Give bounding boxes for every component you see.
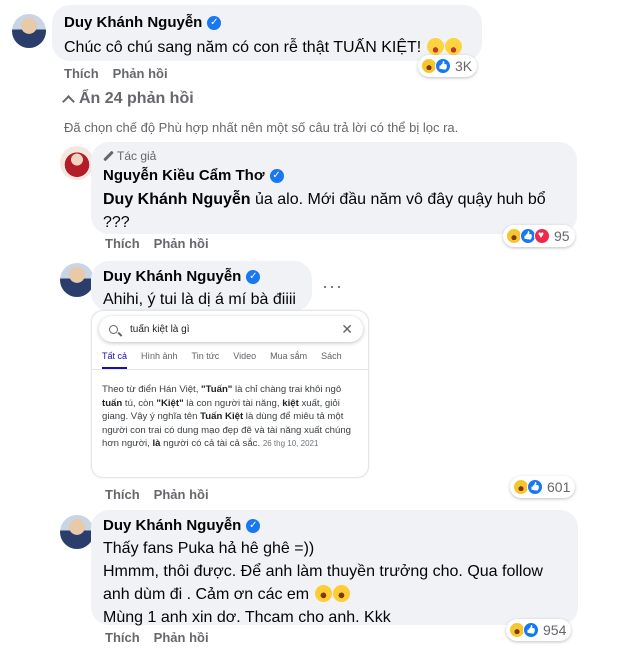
like-reaction-icon: [527, 479, 543, 495]
filter-note: Đã chọn chế độ Phù hợp nhất nên một số c…: [64, 120, 459, 135]
like-button[interactable]: Thích: [105, 630, 140, 645]
like-reaction-icon: [523, 622, 539, 638]
image-tab: Mua sắm: [270, 351, 308, 361]
reply-text-content: ủa alo. Mới đầu năm vô đây quậy huh bổ: [250, 191, 546, 208]
image-tab: Video: [233, 351, 257, 361]
comment-bubble: Duy Khánh Nguyễn ✓ Chúc cô chú sang năm …: [52, 5, 482, 61]
image-text: tú, còn: [122, 397, 157, 409]
smile-emoji-icon: [426, 38, 444, 55]
reply-author[interactable]: Duy Khánh Nguyễn ✓: [103, 267, 300, 287]
close-icon: ✕: [341, 321, 353, 337]
verified-badge-icon: ✓: [269, 169, 284, 183]
reply-text: Ahihi, ý tui là dị á mí bà điiii: [103, 291, 296, 308]
reply-actions: Thích Phản hồi: [105, 236, 209, 251]
reply-text-line2: ???: [103, 214, 130, 231]
rofl-emoji-icon: [311, 582, 335, 605]
image-text-bold: tuấn: [102, 397, 123, 409]
reply-text-line: anh dùm đi . Cảm ơn các em: [103, 582, 566, 606]
reply-author[interactable]: Duy Khánh Nguyễn ✓: [103, 516, 566, 536]
reaction-summary[interactable]: 3K: [418, 55, 478, 77]
comment-author[interactable]: Duy Khánh Nguyễn ✓: [64, 13, 470, 33]
image-text: là con người tài năng,: [183, 397, 283, 409]
reply-text-content: anh dùm đi . Cảm ơn các em: [103, 586, 310, 603]
reply-actions: Thích Phản hồi: [105, 630, 209, 645]
reply-text: Duy Khánh Nguyễn ủa alo. Mới đầu năm vô …: [103, 188, 565, 234]
avatar[interactable]: [12, 14, 46, 48]
reaction-summary[interactable]: 954: [506, 619, 572, 641]
mention-link[interactable]: Duy Khánh Nguyễn: [103, 191, 251, 208]
reply-button[interactable]: Phản hồi: [154, 487, 209, 502]
reaction-count: 3K: [455, 58, 473, 74]
comment-actions: Thích Phản hồi: [64, 66, 168, 81]
comment-text: Chúc cô chú sang năm có con rễ thật TUẤN…: [64, 36, 470, 59]
reply-author[interactable]: Nguyễn Kiều Cẩm Thơ ✓: [103, 166, 565, 186]
reply-text-line: Mùng 1 anh xin dơ. Thcam cho anh. Kkk: [103, 609, 391, 626]
author-name[interactable]: Duy Khánh Nguyễn: [103, 267, 241, 287]
reaction-summary[interactable]: 95: [503, 225, 575, 247]
image-text-bold: "Kiệt": [156, 397, 184, 409]
verified-badge-icon: ✓: [246, 270, 261, 284]
verified-badge-icon: ✓: [246, 519, 261, 533]
hide-replies-label: Ẩn 24 phản hồi: [79, 90, 194, 107]
attached-image[interactable]: tuấn kiệt là gì ✕ Tất cả Hình ảnh Tin tứ…: [91, 310, 369, 478]
like-button[interactable]: Thích: [64, 66, 99, 81]
rofl-emoji-icon: [329, 582, 353, 605]
image-definition-text: Theo từ điển Hán Việt, "Tuấn" là chỉ chà…: [102, 383, 357, 451]
avatar[interactable]: [60, 146, 94, 180]
chevron-up-icon: [62, 94, 75, 108]
reaction-count: 95: [554, 228, 570, 244]
search-icon: [109, 324, 118, 334]
like-button[interactable]: Thích: [105, 236, 140, 251]
verified-badge-icon: ✓: [207, 16, 222, 30]
image-date: 26 thg 10, 2021: [262, 439, 319, 449]
image-text: người có cả tài cả sắc.: [160, 438, 263, 450]
reply-button[interactable]: Phản hồi: [154, 630, 209, 645]
author-tag-label: Tác giả: [117, 149, 157, 163]
avatar[interactable]: [60, 515, 94, 549]
reply-actions: Thích Phản hồi: [105, 487, 209, 502]
reply-text: Thấy fans Puka hả hê ghê =)) Hmmm, thôi …: [103, 537, 566, 629]
reply-text-line: Hmmm, thôi được. Để anh làm thuyền trưởn…: [103, 563, 543, 580]
author-name[interactable]: Duy Khánh Nguyễn: [103, 516, 241, 536]
author-name[interactable]: Nguyễn Kiều Cẩm Thơ: [103, 166, 265, 186]
image-tab: Hình ảnh: [141, 351, 178, 361]
image-text-bold: là: [152, 438, 161, 450]
reply-bubble: Tác giả Nguyễn Kiều Cẩm Thơ ✓ Duy Khánh …: [91, 142, 577, 234]
reaction-summary[interactable]: 601: [510, 476, 576, 498]
image-text: Theo từ điển Hán Việt,: [102, 384, 202, 395]
more-options-button[interactable]: ···: [322, 276, 343, 297]
image-text: là chỉ chàng trai khôi ngô: [232, 384, 342, 395]
image-search-query: tuấn kiệt là gì: [130, 323, 190, 335]
reply-bubble: Duy Khánh Nguyễn ✓ Thấy fans Puka hả hê …: [91, 510, 578, 626]
like-reaction-icon: [435, 58, 451, 74]
pen-icon: [103, 151, 113, 161]
reply-button[interactable]: Phản hồi: [154, 236, 209, 251]
image-tab: Tất cả: [102, 351, 128, 369]
reply-bubble: Duy Khánh Nguyễn ✓ Ahihi, ý tui là dị á …: [91, 261, 312, 311]
avatar[interactable]: [60, 263, 94, 297]
image-tabs: Tất cả Hình ảnh Tin tức Video Mua sắm Sá…: [102, 351, 342, 369]
smile-emoji-icon: [444, 38, 462, 55]
image-text-bold: kiệt: [282, 397, 299, 409]
author-name[interactable]: Duy Khánh Nguyễn: [64, 13, 202, 33]
image-text-bold: "Tuấn": [201, 384, 233, 395]
reply-button[interactable]: Phản hồi: [113, 66, 168, 81]
reaction-count: 954: [543, 622, 567, 638]
author-tag: Tác giả: [103, 148, 565, 164]
reply-text-line: Thấy fans Puka hả hê ghê =)): [103, 540, 315, 557]
comment-text-content: Chúc cô chú sang năm có con rễ thật TUẤN…: [64, 39, 422, 56]
image-divider: [92, 369, 368, 370]
reaction-count: 601: [547, 479, 571, 495]
love-reaction-icon: [534, 228, 550, 244]
image-search-bar: tuấn kiệt là gì ✕: [99, 316, 363, 342]
like-button[interactable]: Thích: [105, 487, 140, 502]
image-tab: Tin tức: [191, 351, 220, 361]
hide-replies-button[interactable]: Ẩn 24 phản hồi: [62, 90, 194, 108]
image-tab: Sách: [321, 351, 342, 361]
image-text-bold: Tuấn Kiệt: [200, 411, 244, 423]
